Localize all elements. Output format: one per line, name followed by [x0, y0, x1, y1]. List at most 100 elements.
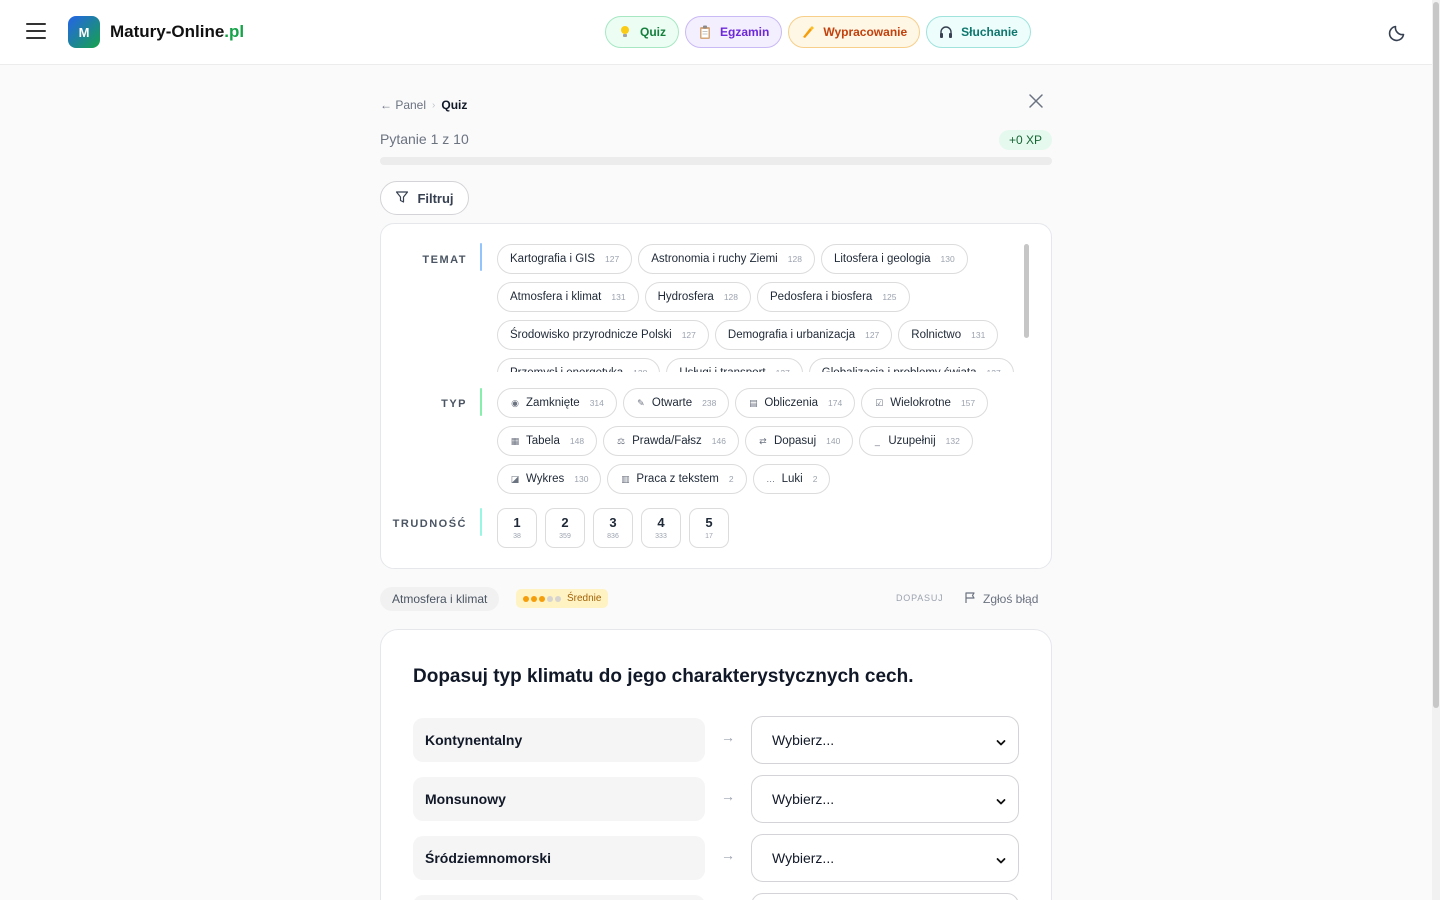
topic-chip-count: 127 — [986, 368, 1000, 372]
hamburger-menu-icon[interactable] — [26, 22, 46, 40]
topic-chip[interactable]: Kartografia i GIS 127 — [497, 244, 633, 274]
type-chip[interactable]: ⇄ Dopasuj 140 — [744, 426, 854, 456]
topic-chip-label: Litosfera i geologia — [833, 253, 931, 265]
type-chip-label: Praca z tekstem — [636, 473, 719, 485]
type-chip[interactable]: _ Uzupełnij 132 — [859, 426, 973, 456]
type-chip-count: 157 — [960, 398, 976, 408]
question-counter: Pytanie 1 z 10 — [380, 131, 469, 147]
filter-button[interactable]: Filtruj — [380, 181, 469, 215]
difficulty-dot — [531, 595, 537, 602]
topic-chip-count: 131 — [611, 292, 626, 302]
type-chip-label: Obliczenia — [764, 397, 819, 409]
topic-chip-scroll[interactable]: Kartografia i GIS 127 Astronomia i ruchy Z… — [497, 244, 1017, 372]
headphones-icon — [939, 25, 953, 39]
topic-chip[interactable]: Pedosfera i biosfera 125 — [757, 282, 910, 312]
topic-chip[interactable]: Rolnictwo 131 — [898, 320, 999, 350]
pair-select-dropdown[interactable]: Wybierz... — [751, 834, 1019, 882]
table-icon: ▦ — [510, 435, 520, 446]
question-topic-tag: Atmosfera i klimat — [380, 587, 500, 611]
difficulty-count: 359 — [559, 533, 571, 540]
difficulty-count: 38 — [513, 533, 521, 540]
type-chip-label: Wykres — [526, 473, 565, 485]
topic-chip-label: Atmosfera i klimat — [510, 291, 602, 303]
pair-arrow: → — [721, 729, 735, 745]
report-error-button[interactable]: Zgłoś błąd — [964, 591, 1038, 607]
writing-hand-icon — [801, 25, 815, 39]
type-chip-count: 238 — [702, 398, 717, 408]
topic-chip[interactable]: Hydrosfera 128 — [644, 282, 752, 312]
topic-chip[interactable]: Środowisko przyrodnicze Polski 127 — [497, 320, 709, 350]
topic-chip-label: Demografia i urbanizacja — [727, 329, 856, 341]
type-chip[interactable]: ▤ Obliczenia 174 — [735, 388, 856, 418]
topic-chip-count: 131 — [971, 330, 986, 340]
mode-wypracowanie-button[interactable]: Wypracowanie — [788, 16, 921, 48]
difficulty-button[interactable]: 5 17 — [689, 508, 729, 548]
type-chip[interactable]: ⚖ Prawda/Fałsz 146 — [603, 426, 739, 456]
type-chip[interactable]: … Luki 2 — [752, 464, 831, 494]
type-chip-count: 174 — [828, 398, 843, 408]
page-scrollbar[interactable] — [1432, 0, 1440, 900]
flag-icon — [964, 591, 977, 607]
logo-text[interactable]: Matury-Online.pl — [110, 22, 244, 42]
pair-term: Śródziemnomorski — [413, 836, 705, 880]
filter-difficulty-label: TRUDNOŚĆ — [392, 518, 467, 530]
topic-chip[interactable]: Atmosfera i klimat 131 — [497, 282, 639, 312]
radio-dot-icon: ◉ — [511, 397, 519, 408]
type-chip[interactable]: ▦ Tabela 148 — [497, 426, 598, 456]
topic-chip[interactable]: Litosfera i geologia 130 — [820, 244, 968, 274]
difficulty-badge: Średnie — [516, 589, 609, 608]
pair-select-dropdown[interactable]: Wybierz... — [751, 716, 1019, 764]
pair-term: Kontynentalny — [413, 718, 705, 762]
topic-chip-count: 125 — [882, 292, 897, 302]
topic-chip[interactable]: Astronomia i ruchy Ziemi 128 — [638, 244, 815, 274]
type-chip-label: Tabela — [526, 435, 560, 447]
moon-icon[interactable] — [1388, 22, 1408, 42]
topic-chip-count: 128 — [723, 292, 739, 302]
logo-badge[interactable]: M — [68, 16, 100, 48]
close-icon[interactable] — [1027, 92, 1045, 110]
chevron-down-icon — [996, 735, 1006, 746]
pair-arrow: → — [721, 847, 735, 863]
type-chip-count: 2 — [728, 474, 734, 484]
chevron-down-icon — [996, 794, 1006, 805]
type-chip[interactable]: ◪ Wykres 130 — [497, 464, 602, 494]
difficulty-count: 333 — [655, 533, 667, 540]
clipboard-icon — [698, 25, 712, 39]
page-scrollbar-thumb[interactable] — [1433, 2, 1439, 708]
difficulty-level: 3 — [609, 515, 617, 530]
topic-chip[interactable]: Demografia i urbanizacja 127 — [714, 320, 893, 350]
topic-chip[interactable]: Przemysł i energetyka 128 — [497, 358, 661, 372]
pair-select-dropdown[interactable] — [751, 893, 1019, 900]
mode-quiz-button[interactable]: Quiz — [605, 16, 679, 48]
funnel-icon — [395, 190, 409, 207]
difficulty-level: 5 — [705, 515, 713, 530]
topic-chip[interactable]: Usługi i transport 127 — [666, 358, 803, 372]
mode-quiz-label: Quiz — [640, 25, 666, 39]
difficulty-button[interactable]: 4 333 — [641, 508, 681, 548]
pair-select-dropdown[interactable]: Wybierz... — [751, 775, 1019, 823]
mode-egzamin-button[interactable]: Egzamin — [685, 16, 783, 48]
breadcrumb-back-link[interactable]: ← Panel — [380, 98, 426, 112]
filter-type-accent — [480, 388, 482, 416]
calculator-icon: ▤ — [749, 397, 758, 408]
topic-chip-label: Środowisko przyrodnicze Polski — [510, 329, 672, 341]
type-chip[interactable]: ▥ Praca z tekstem 2 — [607, 464, 747, 494]
mode-nav: Quiz Egzamin Wypracowanie Słuchanie — [605, 16, 1031, 48]
type-chip-label: Dopasuj — [773, 435, 817, 447]
chevron-down-icon — [996, 853, 1006, 864]
difficulty-button-list: 1 38 2 359 3 836 4 333 5 17 — [497, 508, 729, 548]
type-chip-label: Prawda/Fałsz — [632, 435, 702, 447]
thumbs-icon: ⚖ — [617, 435, 626, 446]
mode-sluchanie-button[interactable]: Słuchanie — [926, 16, 1031, 48]
type-chip-count: 140 — [826, 436, 841, 446]
type-chip-label: Zamknięte — [526, 397, 580, 409]
topic-scroll-thumb[interactable] — [1024, 244, 1029, 338]
type-chip[interactable]: ✎ Otwarte 238 — [622, 388, 730, 418]
topic-chip[interactable]: Globalizacja i problemy świata 127 — [808, 358, 1014, 372]
difficulty-button[interactable]: 1 38 — [497, 508, 537, 548]
type-chip[interactable]: ☑ Wielokrotne 157 — [861, 388, 989, 418]
type-chip[interactable]: ◉ Zamknięte 314 — [497, 388, 617, 418]
mode-sluchanie-label: Słuchanie — [961, 25, 1018, 39]
difficulty-button[interactable]: 3 836 — [593, 508, 633, 548]
difficulty-button[interactable]: 2 359 — [545, 508, 585, 548]
